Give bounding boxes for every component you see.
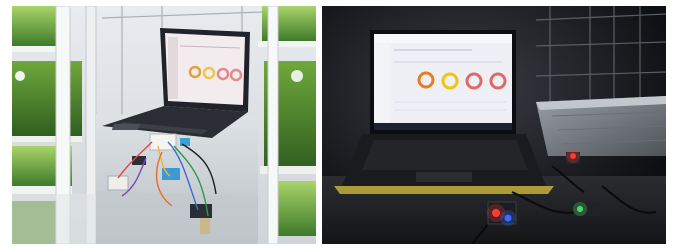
power-module <box>573 202 600 216</box>
photo-night-setup <box>322 6 666 244</box>
tray-rack <box>536 96 666 156</box>
grow-light <box>291 70 303 82</box>
daylight-scene <box>12 6 316 244</box>
grow-light <box>15 71 25 81</box>
sensor-module <box>487 201 517 226</box>
photo-daylight-setup <box>12 6 316 244</box>
laptop-glow-strip <box>334 186 554 194</box>
night-scene <box>322 6 666 244</box>
relay-module <box>566 149 580 164</box>
